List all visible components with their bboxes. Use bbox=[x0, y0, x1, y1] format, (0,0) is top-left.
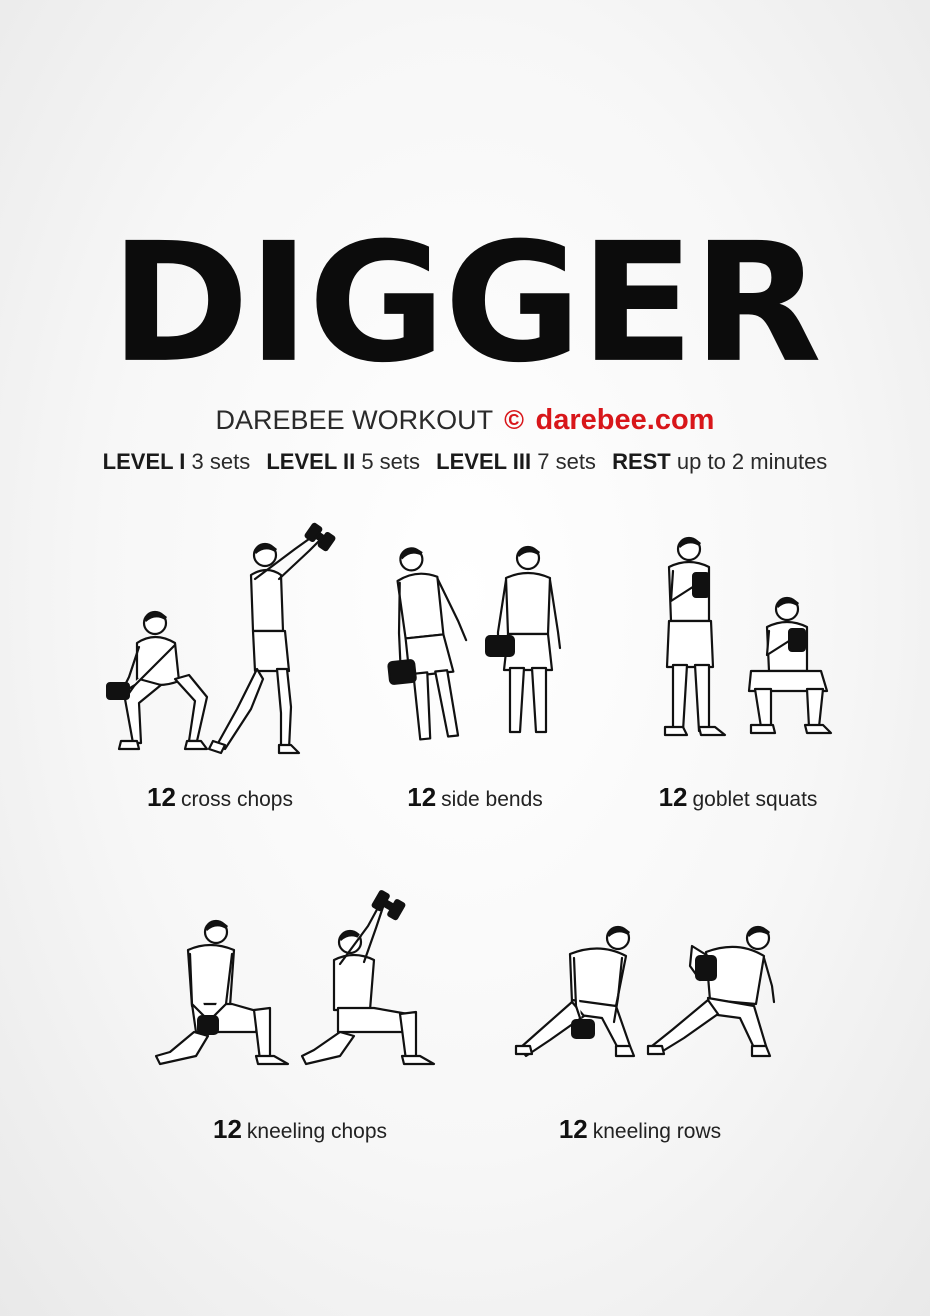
rest-value: up to 2 minutes bbox=[676, 449, 828, 474]
reps-goblet-squats: 12 bbox=[658, 782, 688, 812]
caption-side-bends: 12 side bends bbox=[360, 782, 590, 815]
figure-side-bend bbox=[387, 547, 468, 741]
figure-squat-low bbox=[106, 610, 209, 751]
level-3-value: 7 sets bbox=[537, 449, 596, 474]
caption-goblet-squats: 12 goblet squats bbox=[628, 782, 848, 815]
figure-row-low bbox=[514, 925, 636, 1058]
reps-kneeling-rows: 12 bbox=[558, 1114, 588, 1144]
exercise-cross-chops bbox=[95, 515, 345, 765]
workout-title: DIGGER bbox=[110, 206, 822, 400]
name-side-bends: side bends bbox=[441, 788, 543, 811]
level-1-value: 3 sets bbox=[191, 449, 251, 474]
reps-kneeling-chops: 12 bbox=[212, 1114, 242, 1144]
name-cross-chops: cross chops bbox=[180, 788, 293, 811]
level-2-value: 5 sets bbox=[361, 449, 421, 474]
figure-kneel-overhead bbox=[300, 890, 436, 1066]
name-kneeling-rows: kneeling rows bbox=[592, 1120, 722, 1143]
cross-chops-illustration bbox=[106, 522, 336, 755]
level-3-label: LEVEL III bbox=[436, 449, 532, 474]
copyright-icon: © bbox=[504, 405, 525, 435]
site-link[interactable]: darebee.com bbox=[536, 404, 715, 436]
caption-cross-chops: 12 cross chops bbox=[95, 782, 345, 815]
level-1-label: LEVEL I bbox=[102, 449, 186, 474]
goblet-squats-illustration bbox=[663, 536, 833, 737]
subtitle-prefix: DAREBEE WORKOUT bbox=[215, 405, 493, 435]
figure-goblet-squat bbox=[747, 596, 833, 735]
figure-standing-dumbbell bbox=[485, 545, 562, 734]
exercise-kneeling-rows bbox=[510, 918, 780, 1083]
figure-kneel-low bbox=[154, 919, 290, 1066]
kneeling-chops-illustration bbox=[154, 890, 436, 1066]
exercise-goblet-squats bbox=[655, 535, 835, 750]
reps-cross-chops: 12 bbox=[147, 782, 176, 812]
figure-row-high bbox=[646, 925, 776, 1058]
reps-side-bends: 12 bbox=[407, 782, 437, 812]
exercise-kneeling-chops bbox=[150, 888, 445, 1078]
caption-kneeling-rows: 12 kneeling rows bbox=[530, 1114, 750, 1147]
subtitle: DAREBEE WORKOUT © darebee.com bbox=[0, 402, 930, 438]
rest-label: REST bbox=[612, 449, 671, 474]
name-kneeling-chops: kneeling chops bbox=[246, 1120, 388, 1143]
level-2-label: LEVEL II bbox=[266, 449, 356, 474]
kneeling-rows-illustration bbox=[514, 925, 776, 1058]
caption-kneeling-chops: 12 kneeling chops bbox=[180, 1114, 420, 1147]
levels-line: LEVEL I 3 sets LEVEL II 5 sets LEVEL III… bbox=[0, 446, 930, 478]
figure-overhead bbox=[207, 522, 336, 755]
figure-goblet-standing bbox=[663, 536, 727, 737]
name-goblet-squats: goblet squats bbox=[692, 788, 818, 811]
side-bends-illustration bbox=[387, 545, 562, 741]
exercise-side-bends bbox=[387, 540, 580, 750]
